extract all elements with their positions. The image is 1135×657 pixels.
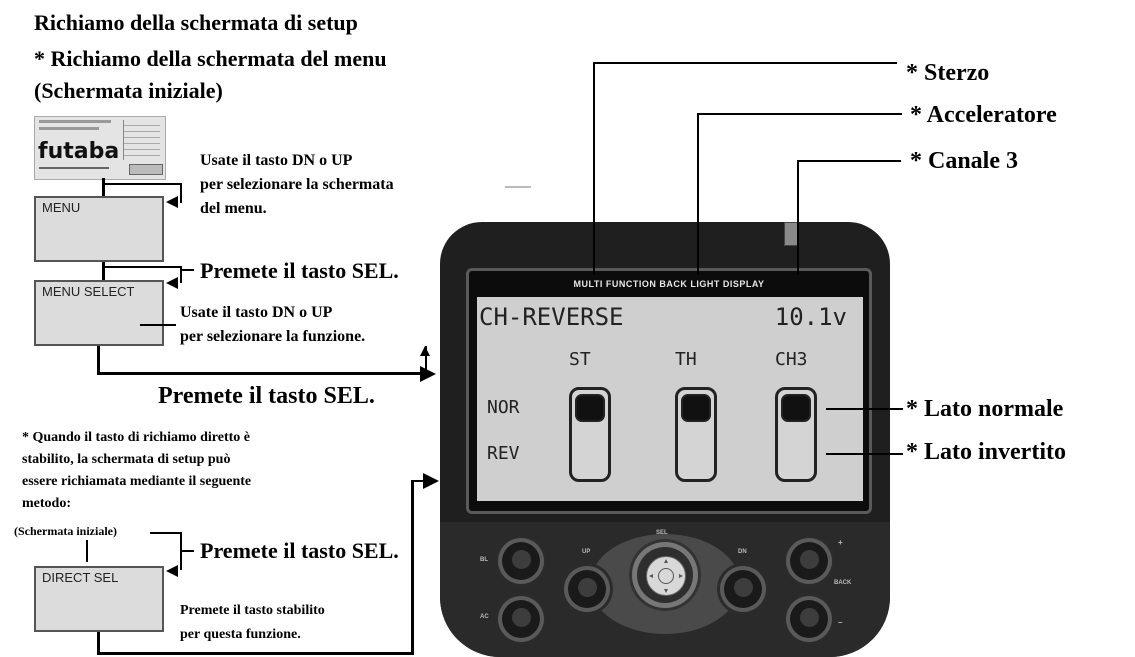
sel-button[interactable] [637,547,693,603]
channel-st-label: ST [569,349,591,370]
dn-button[interactable] [724,570,762,608]
row-rev-label: REV [487,443,520,464]
ac-button[interactable] [502,600,540,638]
up-button[interactable] [568,570,606,608]
transmitter-device: MULTI FUNCTION BACK LIGHT DISPLAY CH-REV… [440,222,890,657]
plus-key-label: + [838,538,843,547]
step1-note-line3: del menu. [200,200,267,217]
step2-label: Premete il tasto SEL. [200,258,399,283]
initial-screen-thumbnail: futaba [34,116,166,180]
callout-lato-invertito: * Lato invertito [906,439,1066,465]
callout-lato-normale: * Lato normale [906,396,1064,422]
step5-label: Premete il tasto SEL. [200,538,399,563]
plus-button[interactable] [790,542,828,580]
callout-acceleratore: * Acceleratore [910,102,1057,128]
direct-sel-screen-box: DIRECT SEL [34,566,164,632]
callout-canale3: * Canale 3 [910,148,1018,174]
led-indicator [784,222,798,246]
direct-note-line3: essere richiamata mediante il seguente [22,474,252,489]
title-line-3: (Schermata iniziale) [34,78,223,103]
step1-note-line2: per selezionare la schermata [200,176,394,193]
lcd-screen: CH-REVERSE 10.1v ST TH CH3 NOR REV [477,297,863,501]
channel-th-label: TH [675,349,697,370]
step3-note-line2: per selezionare la funzione. [180,328,366,345]
direct-note-line1: * Quando il tasto di richiamo diretto è [22,430,251,445]
channel-ch3-label: CH3 [775,349,808,370]
initial-screen-label: (Schermata iniziale) [14,524,117,538]
direct-note-line4: metodo: [22,496,71,511]
step3-note-line1: Usate il tasto DN o UP [180,304,333,321]
step1-note-line1: Usate il tasto DN o UP [200,152,353,169]
step6-line1: Premete il tasto stabilito [180,603,325,618]
lcd-voltage: 10.1v [774,303,847,331]
bl-key-label: BL [480,557,488,563]
th-reverse-switch[interactable] [675,387,717,482]
sel-dpad-icon [646,556,686,596]
menu-screen-box: MENU [34,196,164,262]
st-reverse-switch[interactable] [569,387,611,482]
title-line-2: * Richiamo della schermata del menu [34,46,387,71]
title-line-1: Richiamo della schermata di setup [34,10,358,35]
bl-button[interactable] [502,542,540,580]
sel-key-label: SEL [656,530,668,536]
direct-note-line2: stabilito, la schermata di setup può [22,452,231,467]
dn-key-label: DN [738,549,747,555]
minus-key-label: – [838,618,843,627]
lcd-banner: MULTI FUNCTION BACK LIGHT DISPLAY [573,279,765,289]
back-key-label: BACK [834,580,852,586]
lcd-title: CH-REVERSE [479,303,624,331]
step4-label: Premete il tasto SEL. [158,383,375,409]
callout-sterzo: * Sterzo [906,60,990,86]
menu-select-screen-box: MENU SELECT [34,280,164,346]
up-key-label: UP [582,549,591,555]
futaba-logo: futaba [38,139,120,164]
ac-key-label: AC [480,614,489,620]
minus-button[interactable] [790,600,828,638]
step6-line2: per questa funzione. [180,627,301,642]
row-nor-label: NOR [487,397,520,418]
ch3-reverse-switch[interactable] [775,387,817,482]
lcd-bezel: MULTI FUNCTION BACK LIGHT DISPLAY CH-REV… [466,268,872,514]
